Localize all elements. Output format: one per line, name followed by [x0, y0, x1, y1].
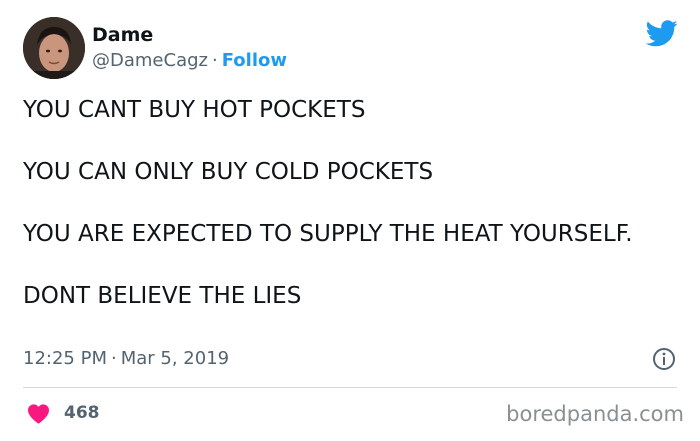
- author-handle-row: @DameCagz · Follow: [92, 50, 287, 71]
- tweet-text: YOU CANT BUY HOT POCKETS YOU CAN ONLY BU…: [23, 95, 663, 312]
- tweet-paragraph: YOU ARE EXPECTED TO SUPPLY THE HEAT YOUR…: [23, 221, 633, 247]
- heart-icon: [28, 403, 49, 424]
- tweet-paragraph: YOU CANT BUY HOT POCKETS: [23, 97, 366, 123]
- watermark: boredpanda.com: [506, 402, 684, 426]
- timestamp-separator: ·: [110, 348, 117, 369]
- info-icon[interactable]: [652, 347, 676, 371]
- tweet-time: 12:25 PM: [23, 348, 107, 369]
- tweet-paragraph: YOU CAN ONLY BUY COLD POCKETS: [23, 159, 434, 185]
- tweet-paragraph: DONT BELIEVE THE LIES: [23, 283, 302, 309]
- avatar[interactable]: [23, 17, 85, 79]
- tweet-card: Dame @DameCagz · Follow YOU CANT BUY HOT P…: [0, 0, 700, 441]
- author-handle[interactable]: @DameCagz: [92, 50, 208, 71]
- handle-separator: ·: [211, 50, 218, 71]
- follow-button[interactable]: Follow: [222, 50, 287, 71]
- divider: [23, 387, 677, 388]
- like-count: 468: [64, 403, 100, 423]
- like-button[interactable]: 468: [27, 401, 100, 425]
- tweet-date: Mar 5, 2019: [120, 348, 230, 369]
- twitter-bird-icon[interactable]: [646, 20, 678, 47]
- tweet-timestamp[interactable]: 12:25 PM · Mar 5, 2019: [23, 348, 229, 369]
- author-display-name[interactable]: Dame: [92, 24, 153, 46]
- avatar-image: [23, 17, 85, 79]
